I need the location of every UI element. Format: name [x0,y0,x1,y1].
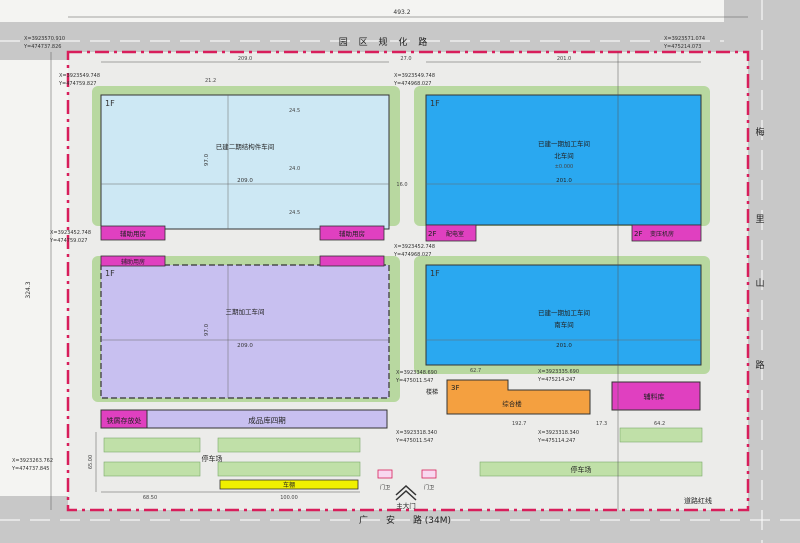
phase1-south-length: 201.0 [556,343,572,349]
office-floor: 3F [451,384,459,392]
coord-y: Y=474759.827 [58,81,96,87]
north-road-label: 园 区 规 化 路 [339,36,431,48]
stair-label: 楼梯 [426,388,438,396]
coord-x: X=3923571.074 [664,36,705,42]
guard-house [421,469,437,479]
phase3-workshop [100,264,390,399]
coord-x: X=3923263.762 [12,458,53,464]
phase2-length: 209.0 [237,178,253,184]
dim-label: 64.2 [654,421,665,427]
phase3-length: 209.0 [237,343,253,349]
aux-room-label: 辅助用房 [120,229,146,238]
phase2-steel-workshop [100,94,390,230]
road-red-line-label: 道路红线 [684,496,712,505]
substation-floor: 2F [634,230,642,238]
dim-label: 16.0 [396,182,407,188]
overall-depth-label: 324.3 [25,281,32,298]
guard-label: 门卫 [424,484,434,491]
power-room-label: 配电室 [446,230,464,238]
coord-y: Y=474737.826 [23,44,61,50]
aux-room-label: 辅助用房 [339,229,365,238]
floor-label: 1F [105,269,115,278]
dim-label: 209.0 [238,56,252,62]
coord-y: Y=474968.027 [393,252,431,258]
site-plan-drawing: 493.2 324.3 园 区 规 化 路 广 安 路 (34M) 梅 里 山 … [0,0,800,543]
east-road-label-1: 梅 [755,126,764,138]
east-road-label-4: 路 [755,359,764,371]
floor-label: 1F [430,99,440,108]
dim-label: 62.7 [470,368,481,374]
coord-x: X=3923452.748 [394,244,435,250]
scrap-label: 铁屑存放处 [107,416,142,425]
dim-label: ±0.000 [555,164,574,170]
coord-y: Y=474759.027 [49,238,87,244]
floor-label: 1F [430,269,440,278]
coord-x: X=3923318.340 [538,430,579,436]
overall-width-label: 493.2 [393,9,410,16]
coord-x: X=3923452.748 [50,230,91,236]
main-gate-label: 主大门 [396,501,416,510]
floor-label: 1F [105,99,115,108]
east-road-label-3: 山 [755,278,764,289]
coord-x: X=3923348.690 [396,370,437,376]
office-label: 综合楼 [502,399,522,408]
coord-x: X=3923549.748 [59,73,100,79]
dim-label: 192.7 [512,421,526,427]
phase1-north-name-1: 已建一期加工车间 [538,139,590,148]
coord-x: X=3923549.748 [394,73,435,79]
east-road-label-2: 里 [755,214,764,225]
parking-label: 停车场 [202,454,223,463]
coord-y: Y=475011.547 [395,438,433,444]
dim-label: 21.2 [205,78,216,84]
site-plan: 493.2 324.3 园 区 规 化 路 广 安 路 (34M) 梅 里 山 … [0,0,800,543]
aux-room [319,255,385,267]
aux-room-label: 辅助用房 [121,258,145,266]
dim-label: 68.50 [143,495,157,501]
coord-y: Y=475214.073 [663,44,701,50]
coord-y: Y=475114.247 [537,438,575,444]
coord-y: Y=474737.845 [11,466,49,472]
substation-label: 变压机房 [650,230,674,238]
shed-label: 车棚 [283,481,295,489]
coord-x: X=3923570.910 [24,36,65,42]
coord-y: Y=474968.027 [393,81,431,87]
coord-y: Y=475011.547 [395,378,433,384]
power-room-floor: 2F [428,230,436,238]
dim-label: 65.00 [88,455,94,469]
phase1-north-length: 201.0 [556,178,572,184]
coord-x: X=3923318.340 [396,430,437,436]
coord-y: Y=475214.247 [537,377,575,383]
warehouse-label: 成品库四期 [248,415,286,425]
guard-label: 门卫 [380,484,390,491]
phase1-north-workshop [425,94,702,226]
phase2-steel-name: 已建二期结构件车间 [216,142,275,151]
dim-label: 27.0 [400,56,411,62]
phase1-south-name-1: 已建一期加工车间 [538,308,590,317]
phase3-name: 三期加工车间 [226,307,265,316]
south-road-label: 广 安 路 (34M) [359,514,451,526]
coord-x: X=3923335.690 [538,369,579,375]
guard-house [377,469,393,479]
dim-label: 24.0 [289,166,300,172]
phase1-north-name-2: 北车间 [554,151,574,160]
phase1-south-name-2: 南车间 [554,320,574,329]
material-store-label: 辅料库 [644,392,665,401]
dim-label: 201.0 [557,56,571,62]
parking-label: 停车场 [571,465,592,474]
dim-label: 24.5 [289,210,300,216]
phase3-width: 97.0 [204,323,210,336]
dim-label: 24.5 [289,108,300,114]
dim-label: 100.00 [280,495,298,501]
dim-label: 17.3 [596,421,607,427]
phase2-width: 97.0 [204,153,210,166]
